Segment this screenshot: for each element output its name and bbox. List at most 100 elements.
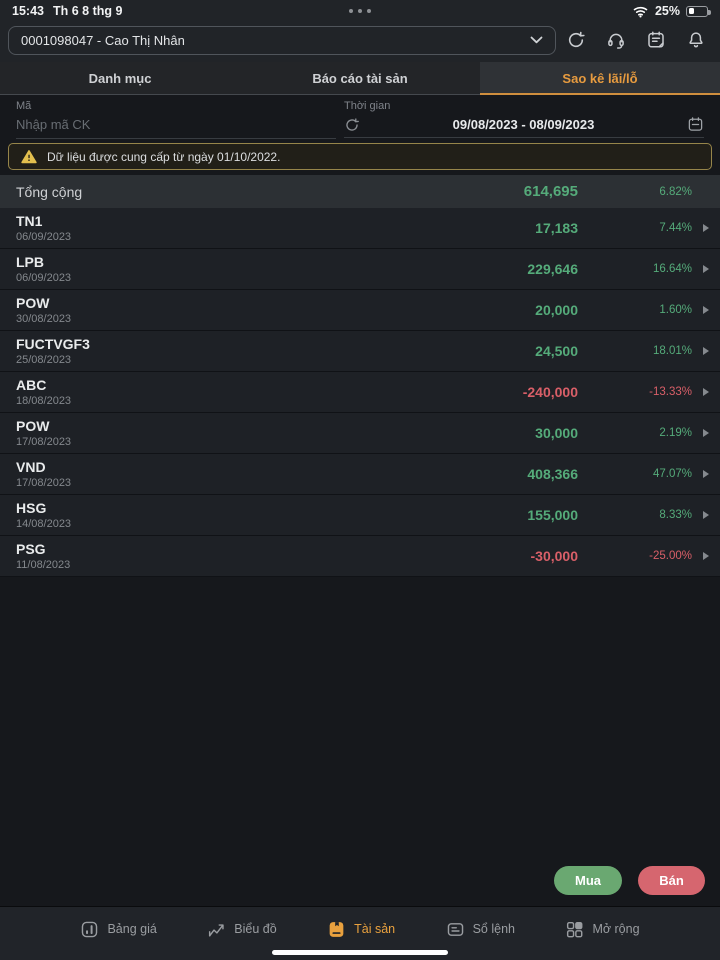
nav-label: Sổ lệnh	[473, 922, 515, 936]
tab-label: Báo cáo tài sản	[312, 71, 407, 86]
warning-banner: Dữ liệu được cung cấp từ ngày 01/10/2022…	[8, 143, 712, 170]
trade-date: 17/08/2023	[16, 477, 71, 489]
stock-symbol: FUCTVGF3	[16, 336, 90, 352]
refresh-icon[interactable]	[565, 30, 586, 51]
trade-date: 11/08/2023	[16, 559, 70, 571]
date-range-field[interactable]: 09/08/2023 - 08/09/2023	[344, 116, 704, 138]
warning-icon	[21, 149, 37, 164]
status-time: 15:43	[12, 4, 44, 18]
trade-date: 30/08/2023	[16, 313, 71, 325]
sell-button[interactable]: Bán	[638, 866, 705, 895]
tab-sao-ke-lai-lo[interactable]: Sao kê lãi/lỗ	[480, 62, 720, 94]
code-filter-label: Mã	[16, 100, 336, 112]
filter-bar: Mã Thời gian 09/08/2023 - 08/09/2023	[0, 95, 720, 140]
stock-symbol: VND	[16, 459, 71, 475]
status-bar: 15:43 Th 6 8 thg 9 25%	[0, 0, 720, 22]
more-icon	[565, 920, 584, 939]
row-chevron-icon[interactable]	[692, 388, 720, 396]
row-chevron-icon[interactable]	[692, 429, 720, 437]
row-chevron-icon[interactable]	[692, 511, 720, 519]
nav-item-so-lenh[interactable]: Sổ lệnh	[446, 920, 515, 939]
home-indicator[interactable]	[272, 950, 448, 955]
trade-date: 06/09/2023	[16, 231, 71, 243]
total-label: Tổng cộng	[16, 184, 82, 200]
profit-value: -30,000	[531, 548, 578, 564]
orders-icon	[446, 920, 465, 939]
account-name: 0001098047 - Cao Thị Nhân	[21, 33, 185, 48]
profit-percent: 18.01%	[578, 345, 692, 357]
profit-value: 30,000	[535, 425, 578, 441]
chart-icon	[207, 920, 226, 939]
table-row[interactable]: POW 17/08/2023 30,000 2.19%	[0, 413, 720, 454]
table-row[interactable]: VND 17/08/2023 408,366 47.07%	[0, 454, 720, 495]
nav-label: Tài sản	[354, 922, 395, 936]
profit-value: -240,000	[523, 384, 578, 400]
account-selector[interactable]: 0001098047 - Cao Thị Nhân	[8, 26, 556, 55]
nav-item-bieu-do[interactable]: Biểu đồ	[207, 920, 276, 939]
tab-label: Danh mục	[89, 71, 152, 86]
trade-date: 17/08/2023	[16, 436, 71, 448]
row-chevron-icon[interactable]	[692, 552, 720, 560]
price-board-icon	[80, 920, 99, 939]
calendar-icon[interactable]	[687, 116, 704, 133]
nav-item-tai-san[interactable]: Tài sản	[327, 920, 395, 939]
trade-actions: Mua Bán	[554, 866, 705, 895]
profit-percent: 1.60%	[578, 304, 692, 316]
profit-value: 17,183	[535, 220, 578, 236]
buy-button[interactable]: Mua	[554, 866, 622, 895]
status-date: Th 6 8 thg 9	[53, 4, 122, 18]
battery-percent: 25%	[655, 4, 680, 18]
table-row[interactable]: POW 30/08/2023 20,000 1.60%	[0, 290, 720, 331]
nav-label: Bảng giá	[107, 922, 156, 936]
row-chevron-icon[interactable]	[692, 265, 720, 273]
stock-symbol: TN1	[16, 213, 71, 229]
table-row[interactable]: LPB 06/09/2023 229,646 16.64%	[0, 249, 720, 290]
table-row[interactable]: PSG 11/08/2023 -30,000 -25.00%	[0, 536, 720, 577]
profit-value: 408,366	[527, 466, 578, 482]
stock-code-input[interactable]	[16, 117, 336, 139]
wifi-icon	[632, 5, 649, 18]
pl-statement-list: TN1 06/09/2023 17,183 7.44% LPB 06/09/20…	[0, 208, 720, 577]
bottom-bar: Bảng giá Biểu đồ	[0, 906, 720, 960]
reset-range-icon[interactable]	[344, 117, 360, 133]
stock-symbol: ABC	[16, 377, 71, 393]
time-filter-label: Thời gian	[344, 100, 704, 112]
stock-symbol: HSG	[16, 500, 71, 516]
row-chevron-icon[interactable]	[692, 224, 720, 232]
table-row[interactable]: TN1 06/09/2023 17,183 7.44%	[0, 208, 720, 249]
multitask-dots-icon	[349, 9, 371, 13]
warning-text: Dữ liệu được cung cấp từ ngày 01/10/2022…	[47, 150, 280, 164]
tab-danh-muc[interactable]: Danh mục	[0, 62, 240, 94]
date-range-value: 09/08/2023 - 08/09/2023	[453, 117, 595, 132]
bottom-nav: Bảng giá Biểu đồ	[0, 907, 720, 947]
stock-symbol: PSG	[16, 541, 70, 557]
stock-symbol: POW	[16, 418, 71, 434]
total-percent: 6.82%	[578, 186, 692, 198]
nav-item-mo-rong[interactable]: Mở rộng	[565, 920, 639, 939]
row-chevron-icon[interactable]	[692, 347, 720, 355]
tab-label: Sao kê lãi/lỗ	[562, 71, 637, 86]
trade-date: 06/09/2023	[16, 272, 71, 284]
profit-percent: 16.64%	[578, 263, 692, 275]
profit-percent: -25.00%	[578, 550, 692, 562]
headset-icon[interactable]	[605, 30, 626, 51]
account-bar: 0001098047 - Cao Thị Nhân	[0, 22, 720, 62]
bell-icon[interactable]	[685, 30, 706, 51]
total-row: Tổng cộng 614,695 6.82%	[0, 175, 720, 208]
table-row[interactable]: ABC 18/08/2023 -240,000 -13.33%	[0, 372, 720, 413]
row-chevron-icon[interactable]	[692, 306, 720, 314]
profit-percent: 47.07%	[578, 468, 692, 480]
table-row[interactable]: FUCTVGF3 25/08/2023 24,500 18.01%	[0, 331, 720, 372]
table-row[interactable]: HSG 14/08/2023 155,000 8.33%	[0, 495, 720, 536]
nav-item-bang-gia[interactable]: Bảng giá	[80, 920, 156, 939]
tab-bao-cao-tai-san[interactable]: Báo cáo tài sản	[240, 62, 480, 94]
trade-date: 25/08/2023	[16, 354, 90, 366]
profit-value: 24,500	[535, 343, 578, 359]
profit-percent: 8.33%	[578, 509, 692, 521]
feedback-note-icon[interactable]	[645, 30, 666, 51]
chevron-down-icon	[530, 36, 543, 44]
row-chevron-icon[interactable]	[692, 470, 720, 478]
app-screen: 15:43 Th 6 8 thg 9 25% 0001098047 - Cao …	[0, 0, 720, 960]
profit-value: 155,000	[527, 507, 578, 523]
assets-icon	[327, 920, 346, 939]
